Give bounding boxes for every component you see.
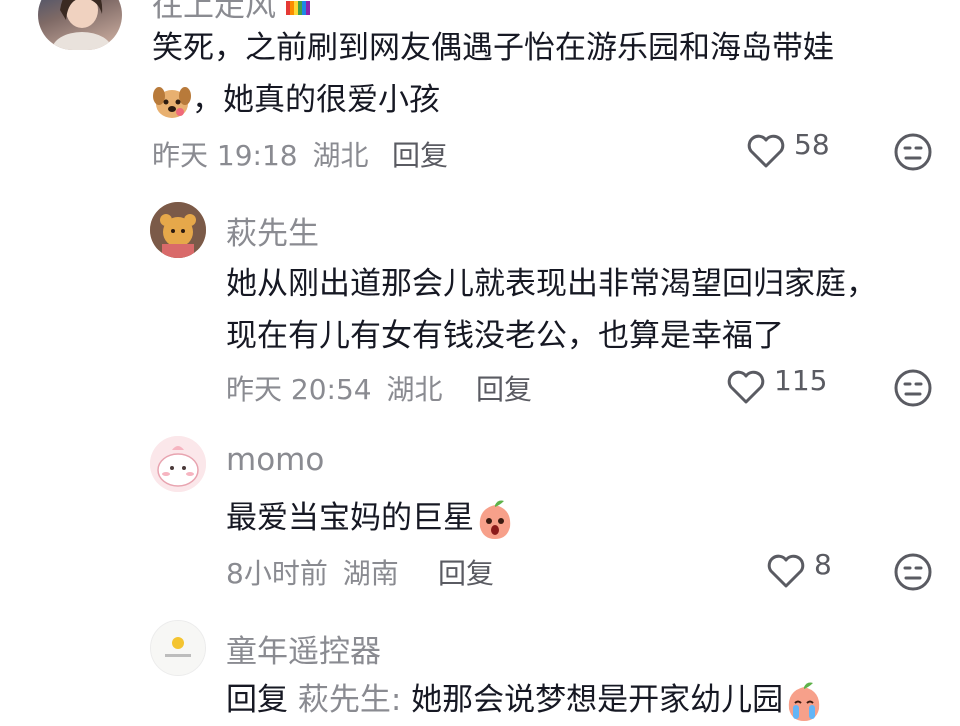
reply-to-user[interactable]: 萩先生:: [298, 682, 401, 718]
avatar-bear: [150, 202, 206, 258]
heart-icon: [747, 134, 785, 168]
puppy-emoji-icon: [153, 86, 191, 118]
comment-text: 笑死，之前刷到网友偶遇子怡在游乐园和海岛带娃 ，她真的很爱小孩: [152, 22, 834, 126]
reply-prefix: 回复: [226, 682, 288, 718]
like-button[interactable]: 115: [726, 364, 827, 406]
like-button[interactable]: 58: [746, 128, 830, 170]
dislike-face-icon[interactable]: [893, 132, 933, 172]
location: 湖南: [342, 557, 399, 590]
crying-emoji-icon: [788, 682, 820, 721]
like-count: 58: [794, 127, 830, 161]
username[interactable]: momo: [226, 442, 324, 478]
heart-icon: [727, 370, 765, 404]
comment-line: 回复 萩先生: 她那会说梦想是开家幼儿园: [226, 674, 825, 726]
avatar-logo: [151, 621, 205, 675]
comment-line: 笑死，之前刷到网友偶遇子怡在游乐园和海岛带娃: [152, 30, 834, 66]
comment-meta: 8小时前 湖南: [226, 552, 399, 592]
avatar[interactable]: [150, 620, 206, 676]
comment-line: 最爱当宝妈的巨星: [226, 492, 516, 544]
dislike-face-icon[interactable]: [893, 552, 933, 592]
like-count: 115: [774, 363, 828, 397]
timestamp: 昨天 19:18: [152, 139, 298, 172]
peach-emoji-icon: [479, 500, 511, 539]
username[interactable]: 童年遥控器: [226, 626, 381, 671]
like-button[interactable]: 8: [766, 548, 832, 590]
comment-line: ，她真的很爱小孩: [152, 74, 834, 126]
comment-text: 最爱当宝妈的巨星: [226, 492, 516, 544]
avatar[interactable]: [38, 0, 122, 50]
avatar-portrait: [52, 0, 112, 50]
reply-button[interactable]: 回复: [392, 134, 448, 174]
location: 湖北: [312, 139, 369, 172]
avatar-cartoon: [150, 436, 206, 492]
comment-meta: 昨天 20:54 湖北: [226, 368, 443, 408]
dislike-face-icon[interactable]: [893, 368, 933, 408]
comment-text: 她从刚出道那会儿就表现出非常渴望回归家庭， 现在有儿有女有钱没老公，也算是幸福了: [226, 258, 877, 362]
like-count: 8: [814, 547, 832, 581]
comment-meta: 昨天 19:18 湖北: [152, 134, 369, 174]
timestamp: 昨天 20:54: [226, 373, 372, 406]
reply-button[interactable]: 回复: [476, 368, 532, 408]
rainbow-badge-icon: [285, 0, 310, 15]
username[interactable]: 萩先生: [226, 208, 319, 253]
reply-button[interactable]: 回复: [438, 552, 494, 592]
timestamp: 8小时前: [226, 557, 328, 590]
avatar[interactable]: [150, 436, 206, 492]
comment-line: 现在有儿有女有钱没老公，也算是幸福了: [226, 318, 784, 354]
avatar[interactable]: [150, 202, 206, 258]
heart-icon: [767, 554, 805, 588]
location: 湖北: [386, 373, 443, 406]
comment-text: 回复 萩先生: 她那会说梦想是开家幼儿园: [226, 674, 825, 726]
comment-line: 她从刚出道那会儿就表现出非常渴望回归家庭，: [226, 266, 877, 302]
